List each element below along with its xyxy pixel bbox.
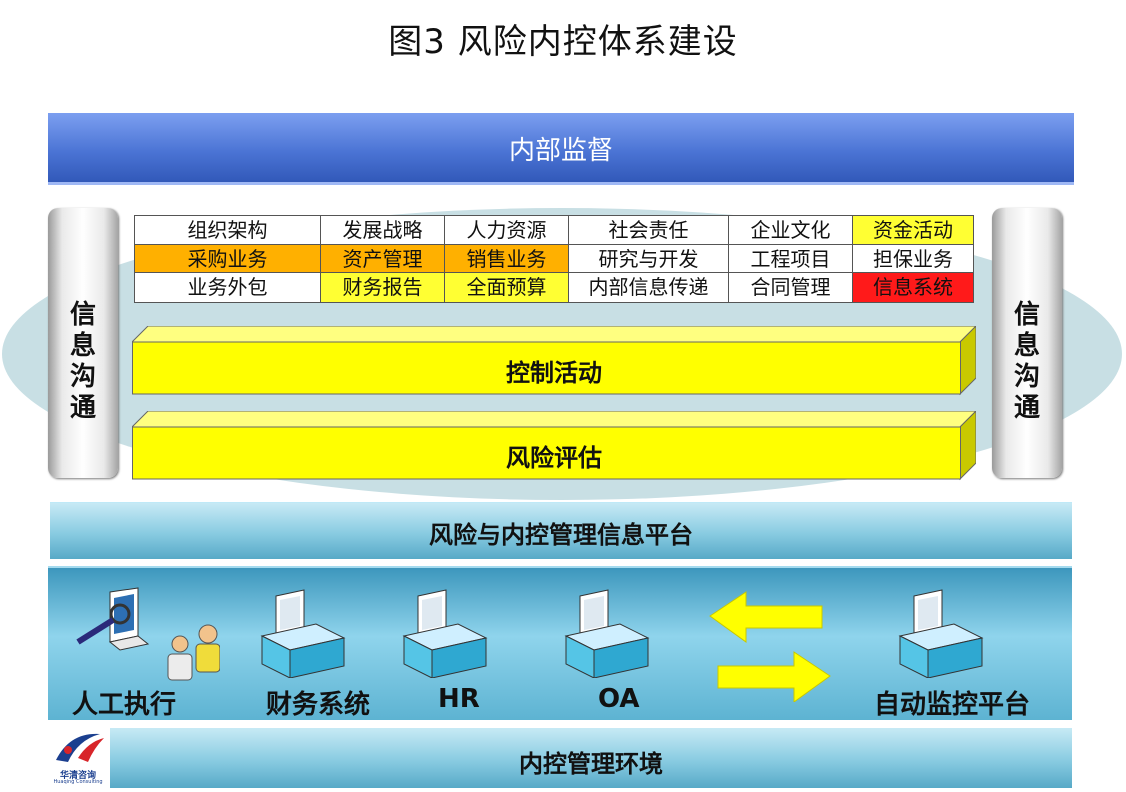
risk-assessment-prism: 风险评估 — [130, 409, 978, 481]
internal-supervision-bar: 内部监督 — [48, 113, 1074, 185]
finance-workstation-icon — [260, 589, 346, 678]
matrix-cell: 合同管理 — [729, 273, 853, 302]
monitoring-workstation-icon — [898, 589, 984, 678]
info-communication-right-label: 信息沟通 — [1013, 300, 1040, 423]
matrix-cell: 内部信息传递 — [569, 273, 729, 302]
systems-panel: 人工执行 财务系统 HR OA 自动监控平台 — [48, 566, 1072, 720]
matrix-cell: 社会责任 — [569, 216, 729, 245]
oa-workstation-icon — [564, 589, 650, 678]
control-activities-prism: 控制活动 — [130, 324, 978, 396]
logo: 华清咨询 Huaqing Consulting — [48, 728, 108, 788]
matrix-cell: 销售业务 — [445, 244, 569, 274]
matrix-cell: 资产管理 — [321, 244, 445, 274]
matrix-cell: 财务报告 — [321, 273, 445, 302]
info-communication-left-label: 信息沟通 — [69, 300, 96, 423]
page-title: 图3 风险内控体系建设 — [388, 22, 738, 62]
logo-text-en: Huaqing Consulting — [53, 779, 103, 785]
exchange-arrows-icon — [709, 591, 831, 702]
info-platform-label: 风险与内控管理信息平台 — [429, 521, 693, 549]
info-communication-left-panel: 信息沟通 — [48, 208, 118, 478]
system-label-hr: HR — [438, 684, 480, 714]
system-label-manual: 人工执行 — [72, 690, 177, 720]
matrix-cell: 企业文化 — [729, 216, 853, 245]
system-label-monitoring: 自动监控平台 — [874, 690, 1031, 720]
matrix-cell: 组织架构 — [135, 216, 321, 245]
hr-workstation-icon — [402, 589, 488, 678]
matrix-cell: 工程项目 — [729, 244, 853, 274]
risk-assessment-label: 风险评估 — [506, 444, 602, 472]
control-matrix: 组织架构 发展战略 人力资源 社会责任 企业文化 资金活动采购业务 资产管理 销售业务 研究与开… — [134, 215, 974, 303]
matrix-cell: 信息系统 — [853, 273, 973, 302]
matrix-cell: 人力资源 — [445, 216, 569, 245]
matrix-cell: 发展战略 — [321, 216, 445, 245]
matrix-cell: 研究与开发 — [569, 244, 729, 274]
matrix-cell: 资金活动 — [853, 216, 973, 245]
matrix-cell: 担保业务 — [853, 244, 973, 274]
logo-mark-icon — [56, 733, 104, 762]
control-environment-label: 内控管理环境 — [519, 750, 663, 778]
control-activities-label: 控制活动 — [506, 359, 602, 387]
system-label-oa: OA — [598, 684, 640, 714]
info-platform-bar: 风险与内控管理信息平台 — [50, 502, 1072, 559]
system-label-finance: 财务系统 — [266, 690, 371, 720]
info-communication-right-panel: 信息沟通 — [992, 208, 1062, 478]
matrix-cell: 全面预算 — [445, 273, 569, 302]
matrix-cell: 业务外包 — [135, 273, 321, 302]
manual-execution-icon — [76, 587, 220, 681]
matrix-cell: 采购业务 — [135, 244, 321, 274]
control-environment-bar: 内控管理环境 — [110, 728, 1072, 788]
